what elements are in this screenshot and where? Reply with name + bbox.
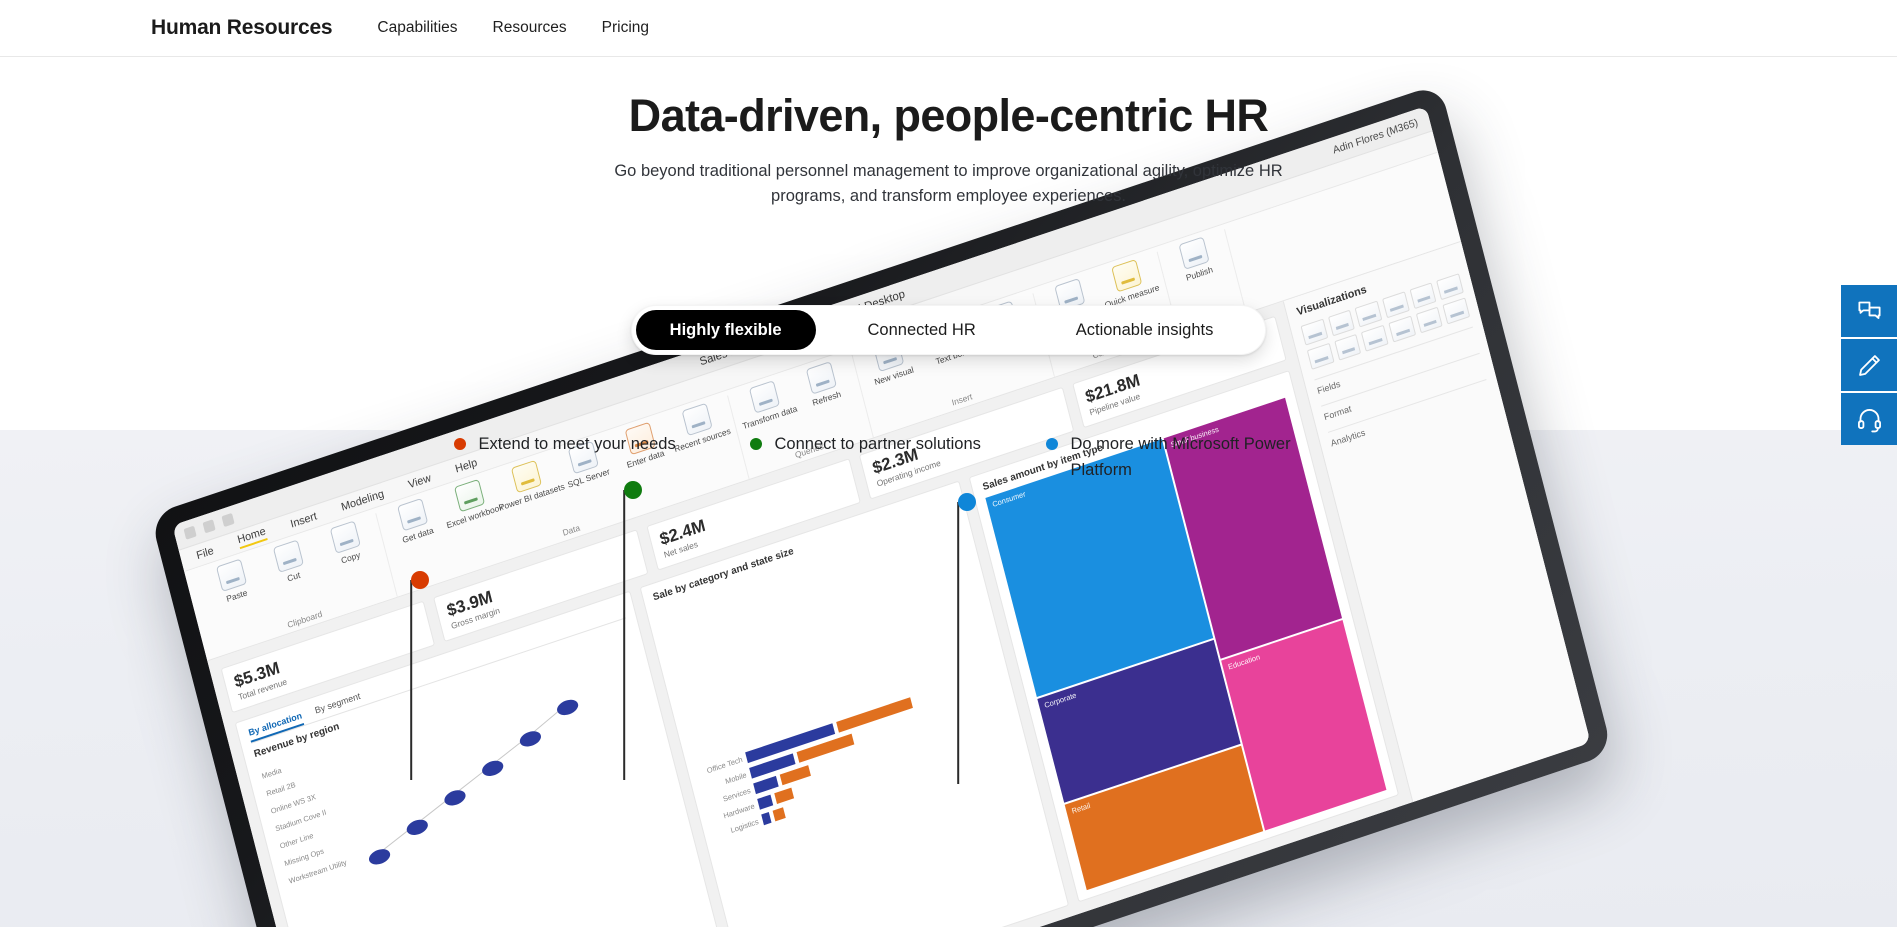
ribbon-label: Paste [225, 587, 249, 604]
scatter-point [555, 697, 580, 718]
ribbon-button-cut[interactable]: Cut [262, 536, 317, 590]
donut-chart-icon[interactable] [1436, 273, 1464, 301]
legend-label-connect: Connect to partner solutions [774, 435, 981, 453]
axis-tick-label: Missing Ops [283, 846, 325, 869]
legend-dot-green [749, 438, 762, 450]
legend-item-extend[interactable]: Extend to meet your needs [453, 432, 750, 458]
pencil-icon [1858, 354, 1880, 376]
ribbon-button-copy[interactable]: Copy [319, 517, 374, 571]
tablet-device: Sales Report Q Plus 1 - Power BI Desktop… [150, 83, 1613, 927]
undo-icon[interactable] [202, 519, 216, 534]
nav-link-pricing[interactable]: Pricing [602, 19, 649, 37]
landing-page: Human Resources Capabilities Resources P… [0, 0, 1897, 927]
tab-selector: Highly flexible Connected HR Actionable … [0, 305, 1897, 355]
legend-dot-blue [1045, 438, 1058, 450]
ribbon-button-get-data[interactable]: Get data [387, 494, 442, 548]
scatter-point [367, 846, 392, 868]
copy-icon [329, 520, 361, 554]
cut-icon [272, 539, 305, 573]
axis-tick-label: Other Line [278, 830, 315, 851]
tab-actionable-insights[interactable]: Actionable insights [1028, 310, 1262, 350]
legend-dot-red [453, 438, 466, 450]
transform-icon [748, 380, 781, 414]
treemap-cell-label: Corporate [1043, 690, 1078, 710]
scatter-point [518, 728, 543, 750]
ribbon-button-excel-workbook[interactable]: Excel workbook [444, 475, 504, 530]
get-data-icon [397, 497, 429, 532]
scatter-plot: Media Retail 2B Online WS 3X Stadium Cov… [257, 640, 727, 927]
treemap-cell-label: Retail [1070, 801, 1092, 816]
headset-icon [1857, 408, 1881, 432]
nav-link-capabilities[interactable]: Capabilities [377, 19, 457, 37]
bar-series-actual [772, 806, 786, 822]
chat-button[interactable]: Chat [1841, 285, 1897, 337]
hero-section: Data-driven, people-centric HR Go beyond… [0, 90, 1897, 210]
publish-icon [1178, 236, 1210, 270]
ribbon-button-transform-data[interactable]: Transform data [738, 377, 798, 431]
tablet-screen: Sales Report Q Plus 1 - Power BI Desktop… [172, 105, 1591, 927]
legend-item-connect[interactable]: Connect to partner solutions [749, 432, 1046, 458]
legend-label-extend: Extend to meet your needs [478, 435, 676, 453]
marker-stem [957, 502, 959, 784]
primary-nav: Capabilities Resources Pricing [377, 19, 649, 37]
legend-label-power-platform: Do more with Microsoft Power Platform [1070, 435, 1291, 479]
feature-legend: Extend to meet your needs Connect to par… [0, 432, 1897, 483]
treemap-cell-label: Education [1227, 652, 1262, 672]
page-title: Data-driven, people-centric HR [628, 90, 1269, 141]
tab-highly-flexible[interactable]: Highly flexible [635, 310, 816, 350]
refresh-icon [805, 361, 837, 395]
ribbon-label: Copy [339, 549, 362, 566]
side-action-rail: Chat Feedback Contact support [1841, 285, 1897, 445]
bar-series-actual [773, 787, 794, 804]
legend-item-power-platform[interactable]: Do more with Microsoft Power Platform [1045, 432, 1316, 483]
bar-series-plan [756, 794, 773, 810]
scatter-point [442, 787, 468, 809]
quick-measure-icon [1111, 258, 1143, 293]
brand-title: Human Resources [151, 16, 333, 39]
marker-dot-blue [958, 493, 976, 511]
menu-file[interactable]: File [195, 544, 215, 561]
excel-icon [453, 478, 486, 513]
axis-tick-label: Media [260, 765, 283, 781]
scatter-point [405, 817, 430, 838]
ribbon-button-paste[interactable]: Paste [206, 555, 261, 609]
paste-icon [215, 558, 248, 592]
ribbon-button-publish[interactable]: Publish [1168, 233, 1223, 287]
marker-dot-green [624, 481, 642, 499]
hero-subtitle: Go beyond traditional personnel manageme… [614, 161, 1283, 206]
nav-link-resources[interactable]: Resources [493, 19, 567, 37]
tab-connected-hr[interactable]: Connected HR [816, 310, 1028, 350]
tab-pill-group: Highly flexible Connected HR Actionable … [630, 305, 1267, 355]
ribbon-label: Cut [286, 569, 302, 584]
marker-stem [410, 580, 412, 780]
redo-icon[interactable] [221, 512, 235, 528]
axis-tick-label: Retail 2B [265, 779, 297, 799]
ribbon-button-quick-measure[interactable]: Quick measure [1101, 255, 1160, 310]
site-header: Human Resources Capabilities Resources P… [0, 0, 1897, 57]
save-icon[interactable] [183, 525, 197, 540]
feedback-button[interactable]: Feedback [1841, 339, 1897, 391]
marker-dot-red [411, 571, 429, 589]
bar-series-plan [760, 811, 772, 825]
treemap-cell-label: Consumer [991, 489, 1027, 509]
scatter-point [480, 758, 505, 779]
bar-series-plan [752, 775, 779, 794]
ribbon-button-refresh[interactable]: Refresh [795, 358, 850, 412]
marker-stem [623, 490, 625, 780]
support-button[interactable]: Contact support [1841, 393, 1897, 445]
chat-icon [1857, 301, 1881, 319]
menu-insert[interactable]: Insert [289, 510, 318, 530]
